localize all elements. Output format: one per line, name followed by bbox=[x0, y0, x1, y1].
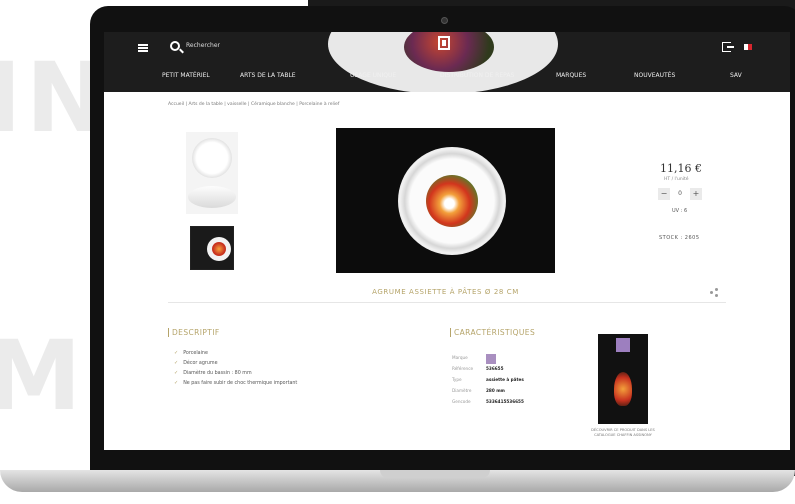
quantity-stepper: − 0 + bbox=[658, 188, 704, 200]
nav-item-marques[interactable]: MARQUES bbox=[556, 72, 586, 79]
browser-screen: Rechercher PETIT MATÉRIEL ARTS DE LA TAB… bbox=[104, 32, 790, 450]
share-icon[interactable] bbox=[710, 288, 718, 297]
thumbnail-plate-side-view bbox=[188, 186, 236, 208]
product-title: AGRUME ASSIETTE À PÂTES Ø 28 CM bbox=[372, 288, 519, 296]
spec-label: Diamètre bbox=[452, 388, 472, 393]
nav-item-arts-de-la-table[interactable]: ARTS DE LA TABLE bbox=[240, 72, 296, 79]
camera-icon bbox=[441, 17, 448, 24]
description-list: Porcelaine Décor agrume Diamètre du bass… bbox=[174, 348, 297, 388]
main-nav: PETIT MATÉRIEL ARTS DE LA TABLE USAGE UN… bbox=[104, 72, 790, 86]
spec-value: 280 mm bbox=[486, 388, 505, 393]
table-row: Marque bbox=[452, 352, 542, 363]
brand-logo bbox=[486, 354, 496, 364]
laptop-mockup: IN M Rechercher PETIT MATÉRIEL ARTS DE L… bbox=[0, 0, 795, 504]
description-heading: DESCRIPTIF bbox=[168, 328, 220, 337]
product-price: 11,16 € bbox=[660, 162, 702, 175]
list-item: Décor agrume bbox=[174, 358, 297, 368]
thumbnail-plate[interactable] bbox=[186, 132, 238, 214]
laptop-notch bbox=[380, 470, 490, 478]
catalog-food-image bbox=[614, 372, 632, 406]
search-input[interactable]: Rechercher bbox=[186, 42, 220, 49]
table-row: Type assiette à pâtes bbox=[452, 374, 542, 385]
quantity-input[interactable]: 0 bbox=[672, 188, 688, 200]
stock-level: STOCK : 2605 bbox=[659, 235, 700, 241]
spec-value: 5336415536655 bbox=[486, 399, 524, 404]
thumbnail-plate-top-view bbox=[192, 138, 232, 178]
breadcrumb[interactable]: Accueil | Arts de la table | vaisselle |… bbox=[168, 102, 339, 107]
nav-item-petit-materiel[interactable]: PETIT MATÉRIEL bbox=[162, 72, 210, 79]
table-row: Gencode 5336415536655 bbox=[452, 396, 542, 407]
menu-icon[interactable] bbox=[138, 44, 148, 52]
language-flag-icon[interactable] bbox=[744, 44, 752, 50]
nav-item-usage-unique[interactable]: USAGE UNIQUE bbox=[350, 72, 396, 79]
sales-unit: UV : 6 bbox=[672, 208, 688, 214]
product-main-image[interactable] bbox=[336, 128, 555, 273]
thumbnail-plated-dish[interactable] bbox=[190, 226, 234, 270]
nav-item-distribution-de-repas[interactable]: DISTRIBUTION DE REPAS bbox=[440, 72, 514, 79]
catalog-cover[interactable] bbox=[598, 334, 648, 424]
quantity-increase-button[interactable]: + bbox=[690, 188, 702, 200]
list-item: Diamètre du bassin : 80 mm bbox=[174, 368, 297, 378]
divider bbox=[168, 302, 726, 303]
table-row: Diamètre 280 mm bbox=[452, 385, 542, 396]
site-logo[interactable] bbox=[438, 36, 450, 50]
spec-label: Référence bbox=[452, 366, 474, 371]
background-letters-bottom: M bbox=[0, 320, 86, 432]
thumbnail-dish-food bbox=[212, 242, 226, 256]
site-header: Rechercher PETIT MATÉRIEL ARTS DE LA TAB… bbox=[104, 32, 790, 92]
catalog-logo bbox=[616, 338, 630, 352]
spec-label: Type bbox=[452, 377, 462, 382]
search-icon[interactable] bbox=[170, 41, 180, 51]
spec-label: Marque bbox=[452, 355, 468, 360]
list-item: Ne pas faire subir de choc thermique imp… bbox=[174, 378, 297, 388]
characteristics-table: Marque Référence 536655 Type assiette à … bbox=[452, 352, 542, 407]
spec-value: 536655 bbox=[486, 366, 504, 371]
catalog-link[interactable]: DÉCOUVRIR CE PRODUIT DANS LES CATALOGUE … bbox=[584, 428, 662, 438]
price-note: HT / l'unité bbox=[664, 177, 689, 182]
nav-item-sav[interactable]: SAV bbox=[730, 72, 742, 79]
login-icon[interactable] bbox=[722, 42, 734, 52]
spec-value: assiette à pâtes bbox=[486, 377, 524, 382]
quantity-decrease-button[interactable]: − bbox=[658, 188, 670, 200]
table-row: Référence 536655 bbox=[452, 363, 542, 374]
list-item: Porcelaine bbox=[174, 348, 297, 358]
spec-label: Gencode bbox=[452, 399, 471, 404]
characteristics-heading: CARACTÉRISTIQUES bbox=[450, 328, 535, 337]
product-food bbox=[426, 175, 478, 227]
nav-item-nouveautes[interactable]: NOUVEAUTÉS bbox=[634, 72, 675, 79]
